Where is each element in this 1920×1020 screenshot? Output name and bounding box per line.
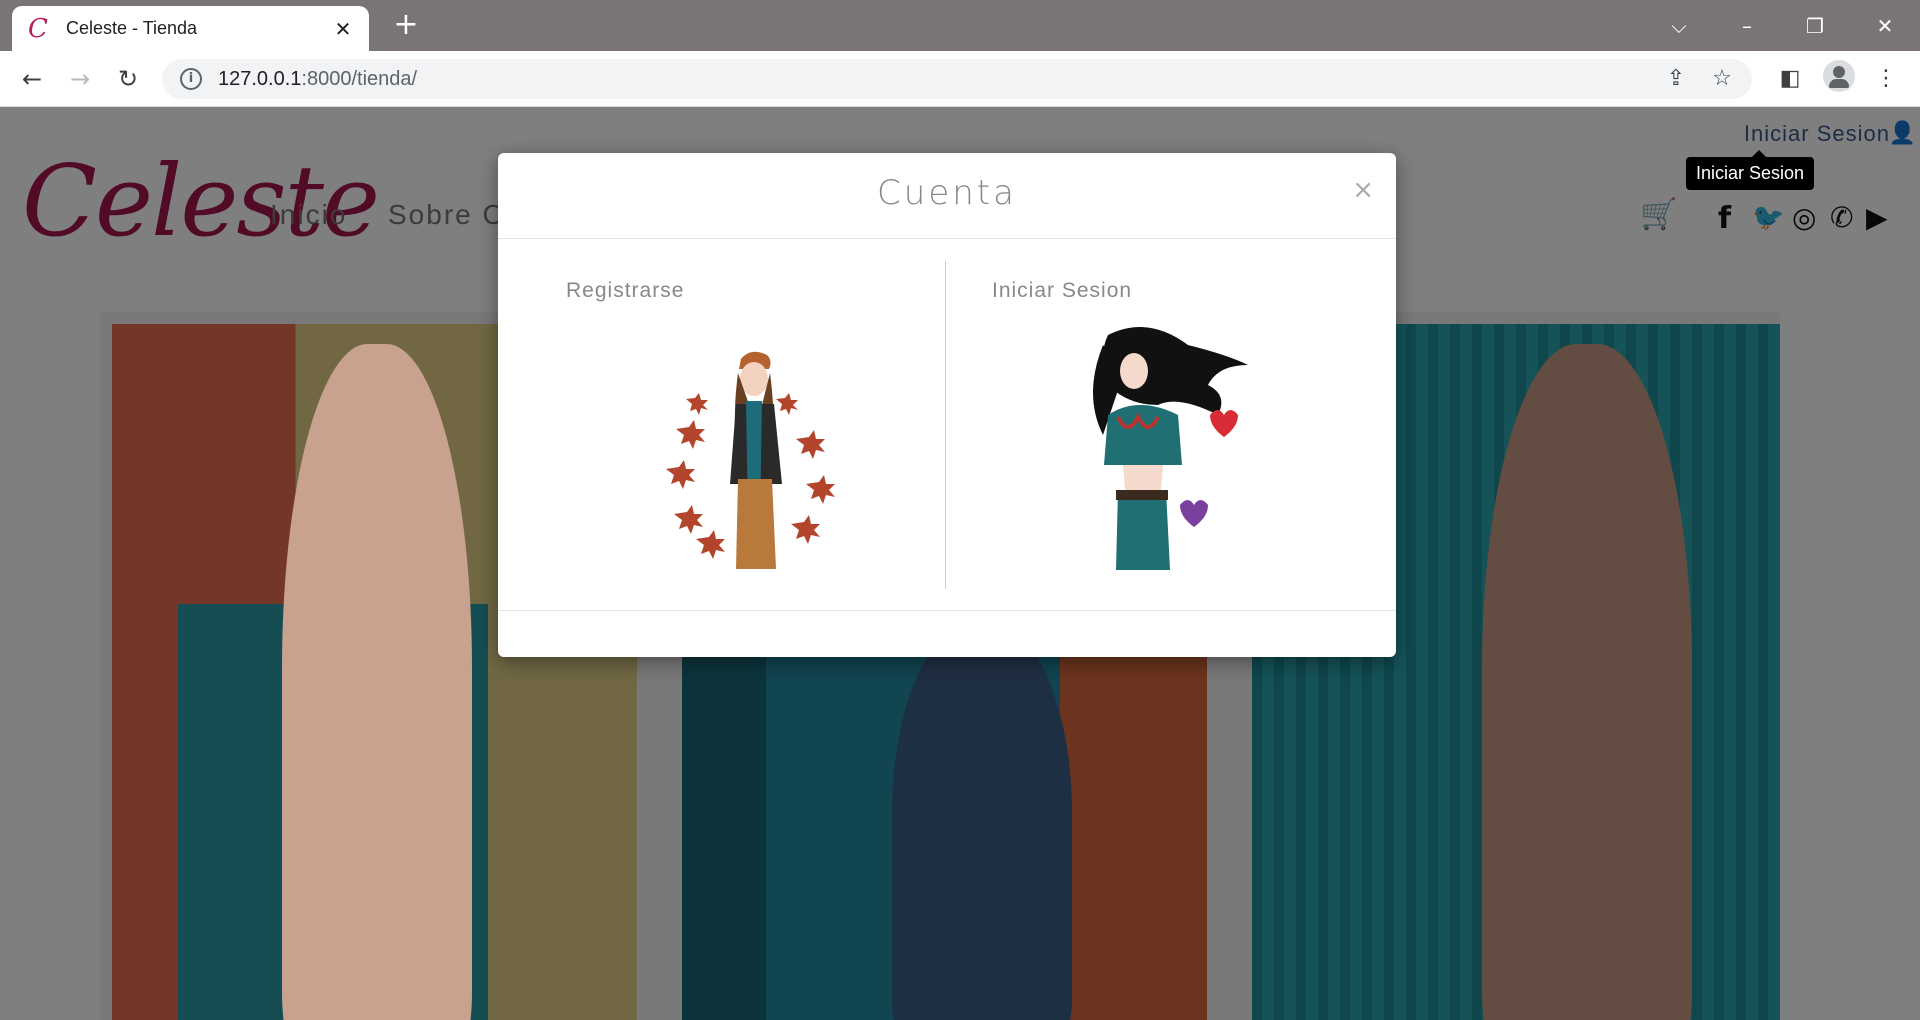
restore-button[interactable]: ❐: [1795, 8, 1835, 44]
url-path: :8000/tienda/: [301, 67, 418, 90]
url-text: 127.0.0.1:8000/tienda/: [218, 68, 417, 91]
profile-avatar-icon[interactable]: [1823, 60, 1855, 92]
modal-footer: [498, 611, 1396, 656]
minimize-button[interactable]: –: [1727, 8, 1767, 44]
close-window-button[interactable]: ✕: [1865, 8, 1905, 44]
login-tooltip: Iniciar Sesion: [1686, 150, 1815, 190]
tab-search-icon[interactable]: ⌵: [1659, 8, 1699, 44]
reload-button[interactable]: ↻: [112, 63, 144, 95]
close-icon[interactable]: ×: [1352, 175, 1374, 205]
column-divider: [945, 261, 946, 589]
modal-body: Registrarse Iniciar Sesion: [498, 239, 1396, 611]
modal-header: Cuenta ×: [498, 153, 1396, 239]
tab-close-icon[interactable]: ✕: [331, 17, 355, 41]
browser-tab[interactable]: C Celeste - Tienda ✕: [12, 6, 369, 51]
browser-toolbar: ← → ↻ i 127.0.0.1:8000/tienda/ ⇪ ☆ ◧ ⋮: [0, 51, 1920, 107]
address-bar[interactable]: i 127.0.0.1:8000/tienda/ ⇪ ☆: [162, 59, 1752, 99]
register-illustration[interactable]: [656, 329, 846, 569]
login-illustration[interactable]: [1068, 315, 1268, 575]
new-tab-button[interactable]: +: [390, 10, 422, 42]
account-modal: Cuenta × Registrarse Iniciar Sesion: [498, 153, 1396, 657]
browser-tab-strip: C Celeste - Tienda ✕ + ⌵ – ❐ ✕: [0, 0, 1920, 51]
back-button[interactable]: ←: [16, 63, 48, 95]
forward-button[interactable]: →: [64, 63, 96, 95]
side-panel-icon[interactable]: ◧: [1774, 63, 1806, 95]
tab-title: Celeste - Tienda: [66, 18, 198, 38]
bookmark-star-icon[interactable]: ☆: [1708, 65, 1736, 93]
site-info-icon[interactable]: i: [180, 68, 202, 90]
tab-favicon-icon: C: [28, 13, 48, 44]
register-title[interactable]: Registrarse: [566, 279, 684, 303]
share-icon[interactable]: ⇪: [1662, 65, 1690, 93]
login-title[interactable]: Iniciar Sesion: [992, 279, 1132, 303]
modal-title: Cuenta: [877, 173, 1017, 213]
url-host: 127.0.0.1: [218, 67, 302, 90]
menu-kebab-icon[interactable]: ⋮: [1870, 63, 1902, 95]
